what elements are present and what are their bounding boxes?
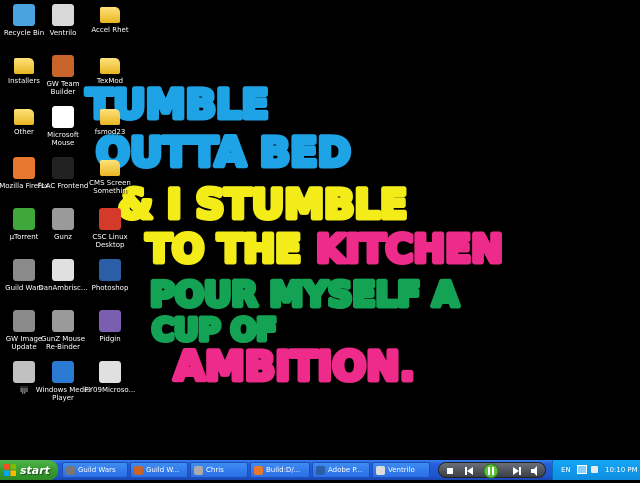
desktop-icon[interactable]: Pidgin xyxy=(80,308,140,356)
taskbar-button[interactable]: Guild W... xyxy=(130,462,188,478)
taskbar-button-label: Adobe P... xyxy=(328,466,363,474)
next-icon[interactable] xyxy=(513,467,521,475)
desktop-icon[interactable]: CMS Screen Somethin xyxy=(80,155,140,203)
network-icon[interactable] xyxy=(577,465,587,474)
folder-icon xyxy=(14,109,34,125)
start-label: start xyxy=(20,463,50,477)
folder-icon xyxy=(100,160,120,176)
desktop-icon-label: Photoshop xyxy=(91,284,129,292)
play-pause-icon[interactable] xyxy=(483,463,499,479)
wallpaper-lyric-line: & I STUMBLE xyxy=(118,182,407,228)
csc-icon xyxy=(99,208,121,230)
taskbar-button-label: Ventrilo xyxy=(388,466,415,474)
wallpaper-lyric-line: POUR MYSELF A xyxy=(150,275,459,315)
taskbar-button-label: Guild W... xyxy=(146,466,180,474)
speaker-icon[interactable] xyxy=(591,466,598,473)
desktop-icon[interactable]: TexMod xyxy=(80,53,140,101)
taskbar-button[interactable]: Guild Wars xyxy=(62,462,128,478)
gw-team-builder-icon xyxy=(134,465,143,475)
desktop-icon-label: CSC Linux Desktop xyxy=(92,233,128,249)
document-icon xyxy=(52,259,74,281)
pidgin-icon xyxy=(99,310,121,332)
taskbar: start Guild Wars Guild W... Chris Build:D/.… xyxy=(0,460,640,480)
desktop-icon[interactable]: Accel Rhet xyxy=(80,2,140,50)
clock[interactable]: 10:10 PM xyxy=(605,466,638,474)
taskbar-button-label: Build:D/... xyxy=(266,466,301,474)
taskbar-button[interactable]: Build:D/... xyxy=(250,462,310,478)
photoshop-icon xyxy=(316,465,325,475)
desktop-icon-label: Accel Rhet xyxy=(91,26,129,34)
start-button[interactable]: start xyxy=(0,460,58,480)
taskbar-button[interactable]: Adobe P... xyxy=(312,462,370,478)
folder-icon xyxy=(100,58,120,74)
ijji-icon xyxy=(13,361,35,383)
desktop-icon-label: TexMod xyxy=(96,77,124,85)
desktop-icon[interactable]: Photoshop xyxy=(80,257,140,305)
wallpaper-lyric-line: AMBITION. xyxy=(174,344,415,390)
desktop-icon[interactable]: FY09Microso... xyxy=(80,359,140,407)
chat-icon xyxy=(194,465,203,475)
desktop-icon-label: CMS Screen Somethin xyxy=(89,179,131,195)
system-tray: EN 10:10 PM xyxy=(552,460,640,480)
stop-icon[interactable] xyxy=(447,468,453,474)
firefox-icon xyxy=(254,465,263,475)
wallpaper-lyric-line: CUP OF xyxy=(152,313,277,348)
previous-icon[interactable] xyxy=(465,467,473,475)
desktop-icon[interactable]: CSC Linux Desktop xyxy=(80,206,140,254)
wallpaper-lyric-line: KITCHEN xyxy=(316,227,503,271)
desktop: TUMBLE OUTTA BED & I STUMBLE TO THE KITCHEN P… xyxy=(0,0,640,460)
mouse-icon xyxy=(52,106,74,128)
gunz-icon xyxy=(52,208,74,230)
media-player-toolbar[interactable] xyxy=(438,462,546,479)
taskbar-button-label: Guild Wars xyxy=(78,466,116,474)
gw-update-icon xyxy=(13,310,35,332)
photoshop-icon xyxy=(99,259,121,281)
language-indicator[interactable]: EN xyxy=(561,466,571,474)
folder-icon xyxy=(100,7,120,23)
ventrilo-icon xyxy=(52,4,74,26)
media-player-icon xyxy=(52,361,74,383)
firefox-icon xyxy=(13,157,35,179)
taskbar-button[interactable]: Ventrilo xyxy=(372,462,430,478)
windows-flag-icon xyxy=(4,464,16,476)
folder-icon xyxy=(100,109,120,125)
desktop-icon-label: fsmod23 xyxy=(94,128,126,136)
guild-wars-icon xyxy=(13,259,35,281)
volume-icon[interactable] xyxy=(531,466,537,476)
guild-wars-icon xyxy=(66,465,75,475)
utorrent-icon xyxy=(13,208,35,230)
taskbar-button[interactable]: Chris xyxy=(190,462,248,478)
desktop-icon-label: FY09Microso... xyxy=(84,386,136,394)
taskbar-button-label: Chris xyxy=(206,466,224,474)
desktop-icon-label: Pidgin xyxy=(99,335,121,343)
ventrilo-icon xyxy=(376,465,385,475)
folder-icon xyxy=(14,58,34,74)
desktop-icon[interactable]: fsmod23 xyxy=(80,104,140,152)
recycle-bin-icon xyxy=(13,4,35,26)
gunz-binder-icon xyxy=(52,310,74,332)
document-icon xyxy=(99,361,121,383)
flac-icon xyxy=(52,157,74,179)
wallpaper-lyric-line: TO THE xyxy=(146,227,301,271)
gw-team-builder-icon xyxy=(52,55,74,77)
